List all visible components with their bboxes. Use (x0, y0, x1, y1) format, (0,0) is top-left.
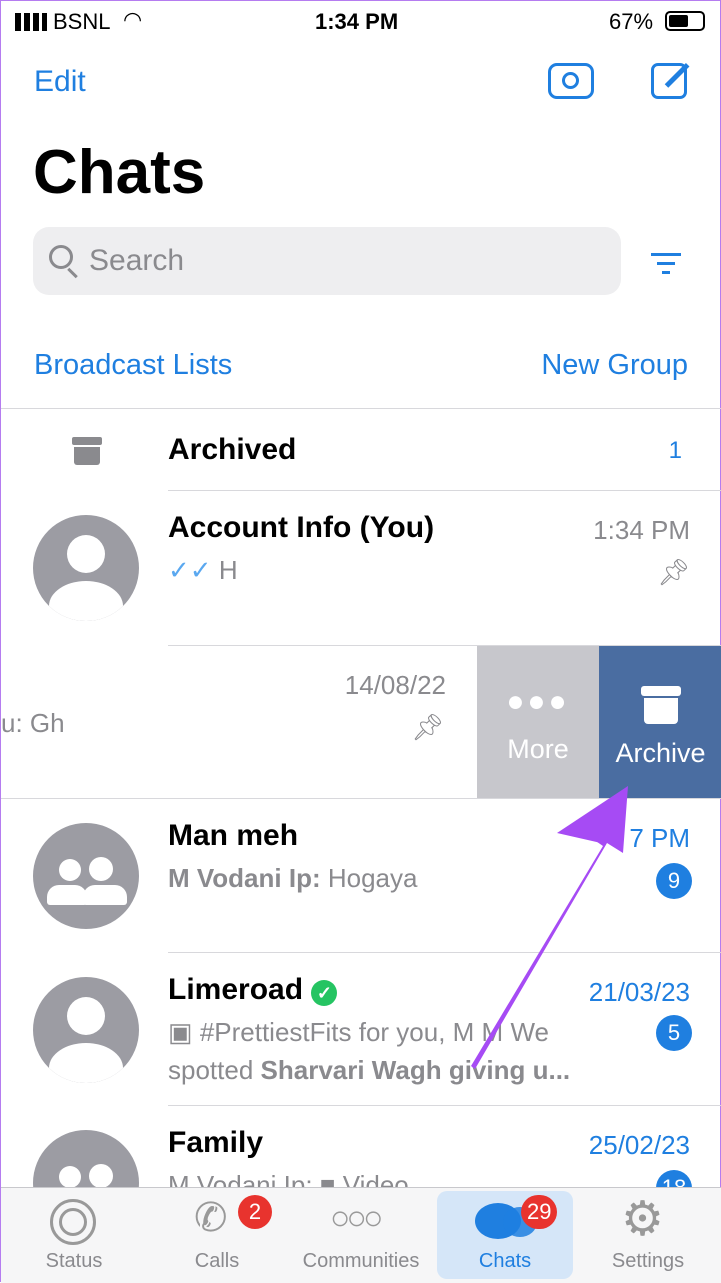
annotation-arrow (471, 786, 628, 1069)
